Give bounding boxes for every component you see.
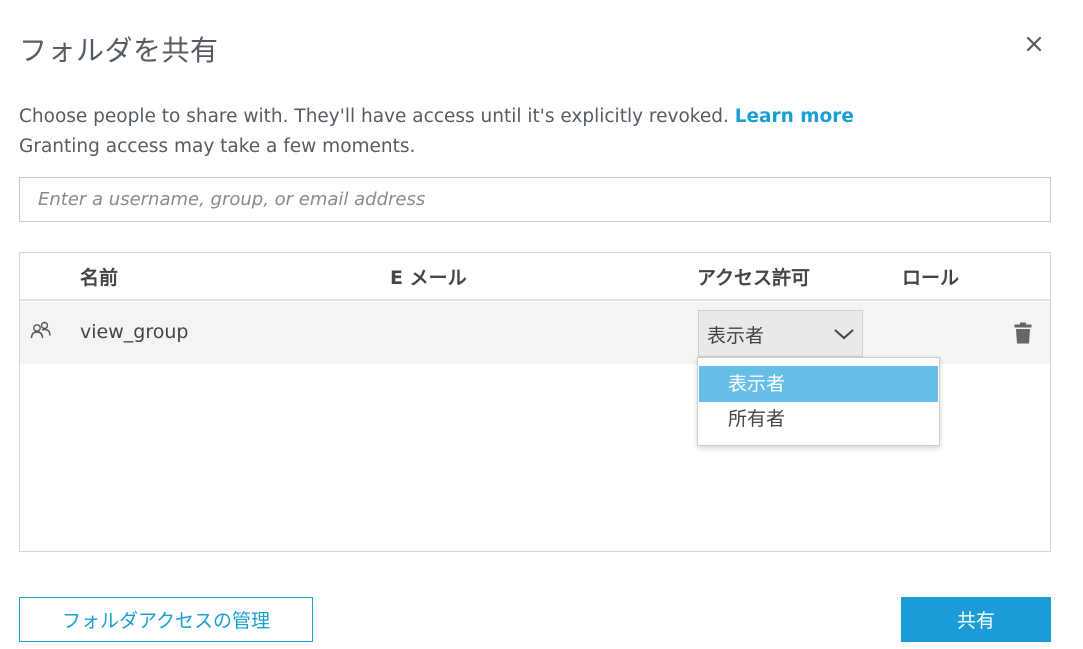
- dialog-title: フォルダを共有: [19, 34, 219, 67]
- description: Choose people to share with. They'll hav…: [19, 102, 854, 162]
- access-select[interactable]: 表示者: [698, 310, 863, 357]
- description-line-1: Choose people to share with. They'll hav…: [19, 102, 854, 132]
- share-button[interactable]: 共有: [901, 597, 1051, 642]
- share-search-input[interactable]: [19, 177, 1051, 222]
- trash-icon[interactable]: [1014, 322, 1032, 344]
- access-dropdown: 表示者 所有者: [697, 357, 940, 446]
- manage-folder-access-button[interactable]: フォルダアクセスの管理: [19, 597, 313, 642]
- header-role: ロール: [902, 267, 960, 289]
- close-icon: [1026, 36, 1042, 52]
- access-select-value: 表示者: [707, 325, 765, 347]
- table-header: 名前 E メール アクセス許可 ロール: [20, 253, 1050, 301]
- group-icon: [30, 321, 51, 339]
- header-name: 名前: [80, 267, 119, 289]
- learn-more-link[interactable]: Learn more: [735, 106, 854, 127]
- dropdown-option-viewer[interactable]: 表示者: [699, 366, 938, 402]
- description-line-2: Granting access may take a few moments.: [19, 136, 416, 157]
- description-text: Choose people to share with. They'll hav…: [19, 106, 729, 127]
- dropdown-option-owner[interactable]: 所有者: [699, 401, 938, 437]
- close-button[interactable]: [1020, 30, 1048, 58]
- row-name: view_group: [80, 321, 189, 343]
- header-email: E メール: [390, 267, 467, 289]
- header-access: アクセス許可: [697, 267, 811, 289]
- chevron-down-icon: [834, 329, 854, 340]
- table-row: view_group 表示者: [20, 302, 1050, 364]
